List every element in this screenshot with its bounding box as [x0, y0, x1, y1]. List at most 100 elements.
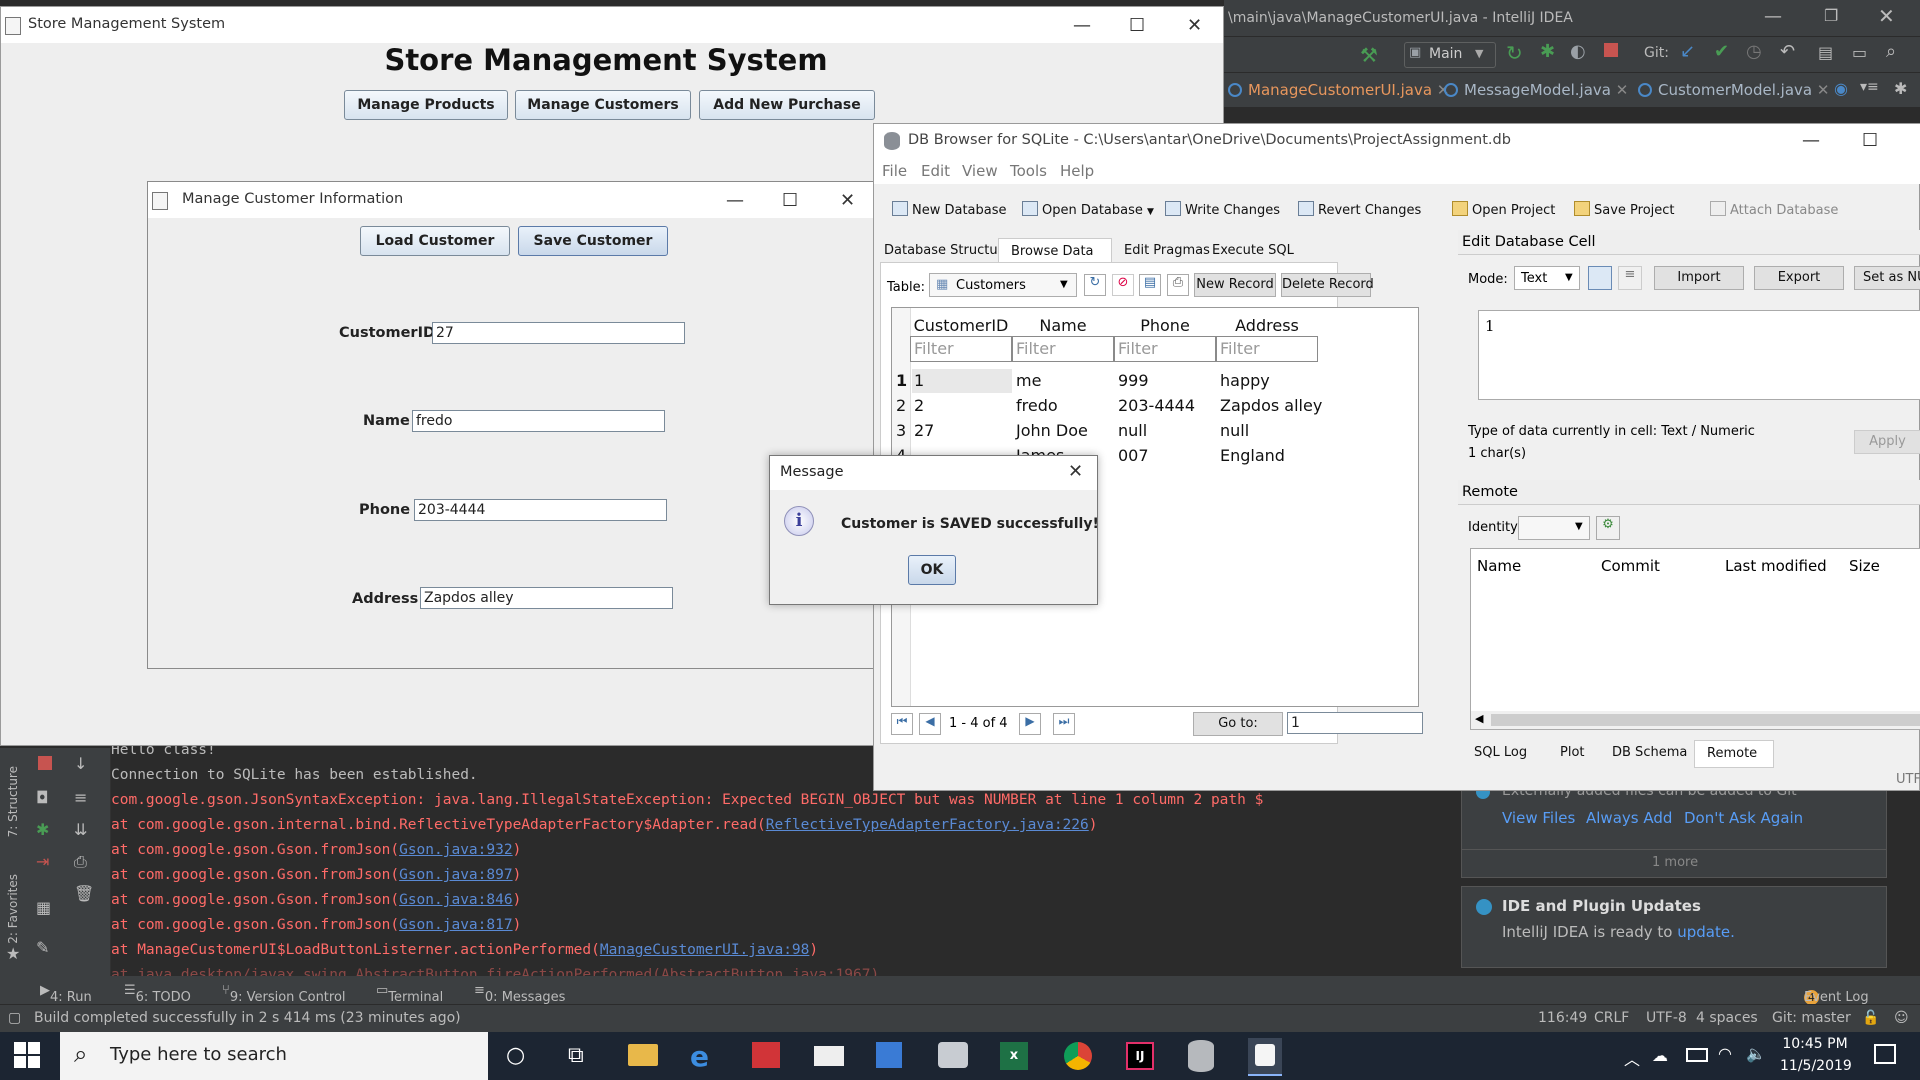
new-record-button[interactable]: New Record: [1194, 273, 1276, 297]
pin-icon[interactable]: ✎: [36, 938, 49, 957]
tab-customermodel[interactable]: CustomerModel.java ✕: [1638, 81, 1829, 99]
task-view-icon[interactable]: ⧉: [568, 1043, 584, 1068]
volume-icon[interactable]: 🔈: [1746, 1044, 1766, 1063]
table-row[interactable]: 2 2 fredo 203-4444 Zapdos alley: [892, 393, 1322, 418]
goto-button[interactable]: Go to:: [1193, 712, 1283, 736]
run-config-select[interactable]: ▣ Main ▼: [1404, 42, 1496, 68]
tab-messages[interactable]: ≡ 0: Messages: [474, 983, 565, 1005]
save-project-button[interactable]: Save Project: [1574, 201, 1675, 218]
stop-icon[interactable]: [38, 756, 52, 770]
structure-tab[interactable]: 7: Structure: [6, 766, 20, 837]
debug-icon[interactable]: ✱: [1540, 41, 1555, 62]
file-encoding[interactable]: UTF-8: [1646, 1010, 1687, 1026]
revert-changes-button[interactable]: Revert Changes: [1298, 201, 1421, 218]
table-cell[interactable]: null: [1220, 421, 1249, 440]
intellij-icon[interactable]: IJ: [1126, 1042, 1154, 1070]
clock-date[interactable]: 11/5/2019: [1780, 1058, 1852, 1074]
menu-view[interactable]: View: [962, 162, 998, 180]
print-icon[interactable]: ⎙: [74, 852, 87, 872]
clock-time[interactable]: 10:45 PM: [1780, 1036, 1850, 1052]
minimize-icon[interactable]: —: [726, 190, 744, 211]
taskbar-search-box[interactable]: ⌕ Type here to search: [60, 1032, 488, 1080]
trash-icon[interactable]: 🗑: [74, 884, 94, 903]
maximize-icon[interactable]: ☐: [1862, 130, 1878, 151]
stacktrace-link[interactable]: ManageCustomerUI.java:98: [600, 942, 810, 958]
table-cell[interactable]: John Doe: [1016, 421, 1088, 440]
set-as-null-button[interactable]: Set as NU: [1854, 266, 1920, 290]
table-cell[interactable]: 1: [912, 369, 1012, 393]
bug-icon[interactable]: ✱: [1894, 79, 1907, 98]
project-structure-icon[interactable]: ▤: [1818, 43, 1833, 62]
stacktrace-link[interactable]: Gson.java:932: [399, 842, 513, 858]
table-cell[interactable]: Zapdos alley: [1220, 396, 1322, 415]
chevron-up-icon[interactable]: ︿: [1624, 1046, 1640, 1070]
table-cell[interactable]: 999: [1118, 371, 1149, 390]
stop-icon[interactable]: [1604, 43, 1618, 57]
menu-tools[interactable]: Tools: [1010, 162, 1047, 180]
load-customer-button[interactable]: Load Customer: [360, 226, 510, 256]
windows-start-icon[interactable]: [14, 1042, 40, 1068]
stacktrace-link[interactable]: Gson.java:897: [399, 867, 513, 883]
menu-file[interactable]: File: [882, 162, 907, 180]
update-link[interactable]: update.: [1677, 923, 1735, 941]
table-cell[interactable]: England: [1220, 446, 1285, 465]
tab-edit-pragmas[interactable]: Edit Pragmas: [1124, 243, 1210, 258]
tab-execute-sql[interactable]: Execute SQL: [1212, 243, 1294, 258]
wifi-icon[interactable]: ◠: [1718, 1044, 1732, 1063]
table-row[interactable]: 1 1 me 999 happy: [892, 368, 1322, 393]
table-cell[interactable]: 2: [914, 396, 924, 415]
name-field[interactable]: fredo: [412, 410, 665, 432]
apply-button[interactable]: Apply: [1854, 430, 1920, 454]
cortana-icon[interactable]: ○: [506, 1043, 525, 1068]
horizontal-scrollbar[interactable]: ◀: [1471, 711, 1920, 729]
inspector-icon[interactable]: ☺: [1894, 1010, 1909, 1026]
goto-field[interactable]: 1: [1287, 712, 1423, 734]
star-icon[interactable]: ★: [6, 944, 20, 963]
delete-record-button[interactable]: Delete Record: [1281, 273, 1374, 297]
layout-icon[interactable]: ▦: [36, 898, 51, 917]
address-field[interactable]: Zapdos alley: [420, 587, 673, 609]
stacktrace-link[interactable]: Gson.java:817: [399, 917, 513, 933]
tab-database-structure[interactable]: Database Structure: [884, 243, 1011, 258]
dont-ask-again-link[interactable]: Don't Ask Again: [1684, 809, 1803, 827]
remote-column-name[interactable]: Name: [1477, 557, 1521, 575]
remote-column-size[interactable]: Size: [1849, 557, 1880, 575]
line-separator[interactable]: CRLF: [1594, 1010, 1629, 1026]
battery-icon[interactable]: [1686, 1048, 1708, 1062]
build-icon[interactable]: ⚒: [1360, 43, 1378, 67]
scroll-down-icon[interactable]: ↓: [74, 754, 87, 773]
minimize-icon[interactable]: —: [1073, 15, 1091, 36]
column-header-address[interactable]: Address: [1216, 316, 1318, 335]
java-app-icon[interactable]: [1248, 1038, 1282, 1076]
attach-database-button[interactable]: Attach Database: [1710, 201, 1838, 218]
remote-column-commit[interactable]: Commit: [1601, 557, 1660, 575]
scroll-end-icon[interactable]: ⇊: [74, 820, 87, 839]
favorites-tab[interactable]: 2: Favorites: [6, 874, 20, 944]
add-identity-icon[interactable]: ⚙: [1596, 516, 1620, 540]
mail-icon[interactable]: [814, 1046, 844, 1066]
git-update-icon[interactable]: ↙: [1680, 41, 1695, 62]
tab-sql-log[interactable]: SQL Log: [1474, 745, 1527, 760]
store-app-icon[interactable]: [876, 1042, 902, 1068]
debug-icon[interactable]: ✱: [36, 820, 49, 839]
export-button[interactable]: Export: [1754, 266, 1844, 290]
tab-terminal[interactable]: ▭ Terminal: [376, 983, 443, 1005]
history-icon[interactable]: ◷: [1746, 41, 1762, 62]
clear-filter-icon[interactable]: ⊘: [1112, 274, 1134, 296]
import-button[interactable]: Import: [1654, 266, 1744, 290]
tabs-overflow-icon[interactable]: ▾≡: [1860, 79, 1879, 95]
app-icon[interactable]: [938, 1042, 968, 1068]
caret-position[interactable]: 116:49: [1538, 1010, 1587, 1026]
cell-editor[interactable]: 1: [1478, 310, 1920, 400]
coverage-icon[interactable]: ◐: [1570, 41, 1586, 62]
layout-icon[interactable]: ▭: [1852, 43, 1867, 62]
table-cell[interactable]: null: [1118, 421, 1147, 440]
manage-products-button[interactable]: Manage Products: [344, 90, 508, 120]
table-cell[interactable]: 203-4444: [1118, 396, 1195, 415]
filter-phone[interactable]: Filter: [1114, 336, 1216, 362]
maximize-icon[interactable]: ☐: [782, 190, 798, 211]
stacktrace-link[interactable]: ReflectiveTypeAdapterFactory.java:226: [766, 817, 1089, 833]
filter-name[interactable]: Filter: [1012, 336, 1114, 362]
file-explorer-icon[interactable]: [628, 1044, 658, 1066]
camera-icon[interactable]: ◘: [36, 788, 49, 807]
